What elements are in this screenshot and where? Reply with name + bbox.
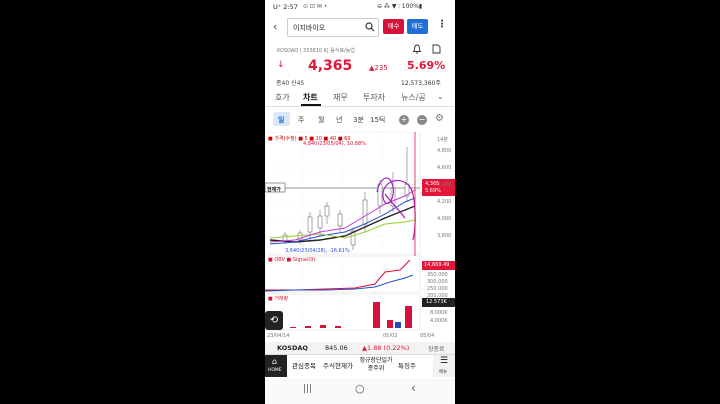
period-day[interactable]: 일 bbox=[278, 115, 284, 125]
tab-investor[interactable]: 투자자 bbox=[363, 92, 385, 103]
document-icon[interactable] bbox=[432, 44, 441, 54]
obv-legend: ■ OBV ■ Signal(9) bbox=[268, 257, 316, 263]
sell-button[interactable]: 매도 bbox=[407, 19, 428, 34]
phone-screen: U⁺ 2:57 ⊙ ⊡ ✉ • ⊖ ⁂ ▼ ⫶ 100%▮ ‹ 이지바이오 매수… bbox=[265, 0, 455, 404]
volume-shares: 12,573,360주 bbox=[401, 80, 441, 87]
volume-bar-down bbox=[395, 322, 401, 328]
price-tick-4800: 4,800 bbox=[437, 148, 452, 154]
status-right: ⊖ ⁂ ▼ ⫶ 100%▮ bbox=[377, 3, 423, 10]
zoom-out-icon[interactable]: − bbox=[417, 115, 427, 125]
sub-label: 종40 신45 bbox=[276, 80, 305, 87]
menu-icon: ☰ bbox=[440, 356, 449, 366]
home-icon: ⌂ bbox=[272, 357, 278, 366]
menu-nav-button[interactable]: ☰ 메뉴 bbox=[433, 355, 455, 377]
zoom-in-icon[interactable]: + bbox=[399, 115, 409, 125]
home-circle-icon[interactable]: ○ bbox=[355, 382, 365, 395]
back-icon[interactable]: ‹ bbox=[273, 20, 277, 33]
status-time: U⁺ 2:57 bbox=[273, 3, 298, 11]
index-change: ▲1.88 (0.22%) bbox=[362, 344, 410, 352]
down-marker-icon: ↓ bbox=[277, 60, 285, 70]
system-nav-bar: ||| ○ ‹ bbox=[265, 378, 455, 404]
change-value: ▲235 bbox=[369, 64, 388, 72]
current-price: 4,365 bbox=[308, 58, 353, 74]
index-name: KOSDAQ bbox=[277, 344, 308, 352]
date-mid: 05/02 bbox=[383, 333, 398, 339]
tab-orderbook[interactable]: 호가 bbox=[275, 92, 290, 103]
obv-value: 14,669.49 bbox=[424, 262, 450, 268]
buy-button[interactable]: 매수 bbox=[383, 19, 404, 34]
index-value: 845.06 bbox=[325, 344, 348, 352]
price-tick-4200: 4,200 bbox=[437, 199, 452, 205]
volume-label: ■ 거래량 bbox=[268, 296, 289, 302]
price-tick-3800: 3,800 bbox=[437, 233, 452, 239]
search-text: 이지바이오 bbox=[293, 24, 326, 32]
tab-chart[interactable]: 차트 bbox=[303, 92, 318, 103]
volume-value: 12.573K bbox=[426, 299, 447, 305]
menu-label: 메뉴 bbox=[439, 370, 448, 375]
more-icon[interactable]: ⋮ bbox=[437, 19, 447, 30]
market-status: 장종료 bbox=[428, 346, 445, 353]
home-label: HOME bbox=[268, 368, 282, 373]
current-price-label: 현재가 bbox=[267, 187, 281, 193]
bell-icon[interactable] bbox=[412, 44, 422, 54]
index-bar: KOSDAQ 845.06 ▲1.88 (0.22%) 장종료 bbox=[265, 342, 455, 354]
search-box[interactable]: 이지바이오 bbox=[287, 18, 379, 37]
stock-chart[interactable] bbox=[265, 132, 455, 344]
obv-tick-350k: 350,000 bbox=[427, 272, 448, 278]
tab-news[interactable]: 뉴스/공 bbox=[401, 92, 426, 103]
high-annotation: 4,840(23/05/04), 10.88% bbox=[303, 141, 366, 147]
tab-finance[interactable]: 재무 bbox=[333, 92, 348, 103]
settings-gear-icon[interactable]: ⚙ bbox=[435, 113, 444, 124]
price-tick-4000: 4,000 bbox=[437, 216, 452, 222]
flag-percent: 5.69% bbox=[425, 188, 441, 194]
period-15tick[interactable]: 15틱 bbox=[370, 115, 385, 125]
nav-current-price[interactable]: 주식현재가 bbox=[321, 362, 355, 370]
date-left: 23/04/14 bbox=[267, 333, 290, 339]
date-right: 05/04 bbox=[420, 333, 435, 339]
status-icons: ⊙ ⊡ ✉ • bbox=[303, 3, 328, 10]
change-percent: 5.69% bbox=[407, 59, 446, 72]
low-annotation: 3,640(23/04/28), -16.61% bbox=[285, 248, 350, 254]
period-3min[interactable]: 3분 bbox=[353, 115, 364, 125]
volume-tick-8000k: 8,000K bbox=[430, 310, 448, 316]
period-year[interactable]: 년 bbox=[336, 115, 342, 125]
nav-feature-stocks[interactable]: 특징주 bbox=[397, 362, 417, 370]
flag-price: 4,365 bbox=[425, 181, 440, 187]
right-header: 14분 bbox=[437, 137, 448, 143]
obv-tick-300k: 300,000 bbox=[427, 279, 448, 285]
search-icon[interactable] bbox=[365, 22, 375, 32]
recent-apps-icon[interactable]: ||| bbox=[303, 384, 312, 394]
chevron-down-icon[interactable]: ⌄ bbox=[437, 92, 444, 101]
nav-single-price[interactable]: 정규장단일가종주위 bbox=[359, 357, 393, 373]
period-week[interactable]: 주 bbox=[298, 115, 304, 125]
obv-tick-250k: 250,000 bbox=[427, 286, 448, 292]
volume-tick-4000k: 4,000K bbox=[430, 318, 448, 324]
home-nav-button[interactable]: ⌂ HOME bbox=[265, 355, 287, 377]
change-amount: 235 bbox=[374, 64, 388, 72]
price-tick-4600: 4,600 bbox=[437, 165, 452, 171]
market-info: KOSDAQ | 353810 K| 음식료/농업 bbox=[277, 48, 355, 54]
rotate-screen-icon[interactable]: ⟲ bbox=[265, 311, 283, 330]
nav-watchlist[interactable]: 관심종목 bbox=[291, 362, 317, 370]
back-nav-icon[interactable]: ‹ bbox=[411, 381, 416, 395]
period-month[interactable]: 월 bbox=[318, 115, 324, 125]
tab-divider bbox=[265, 106, 455, 107]
